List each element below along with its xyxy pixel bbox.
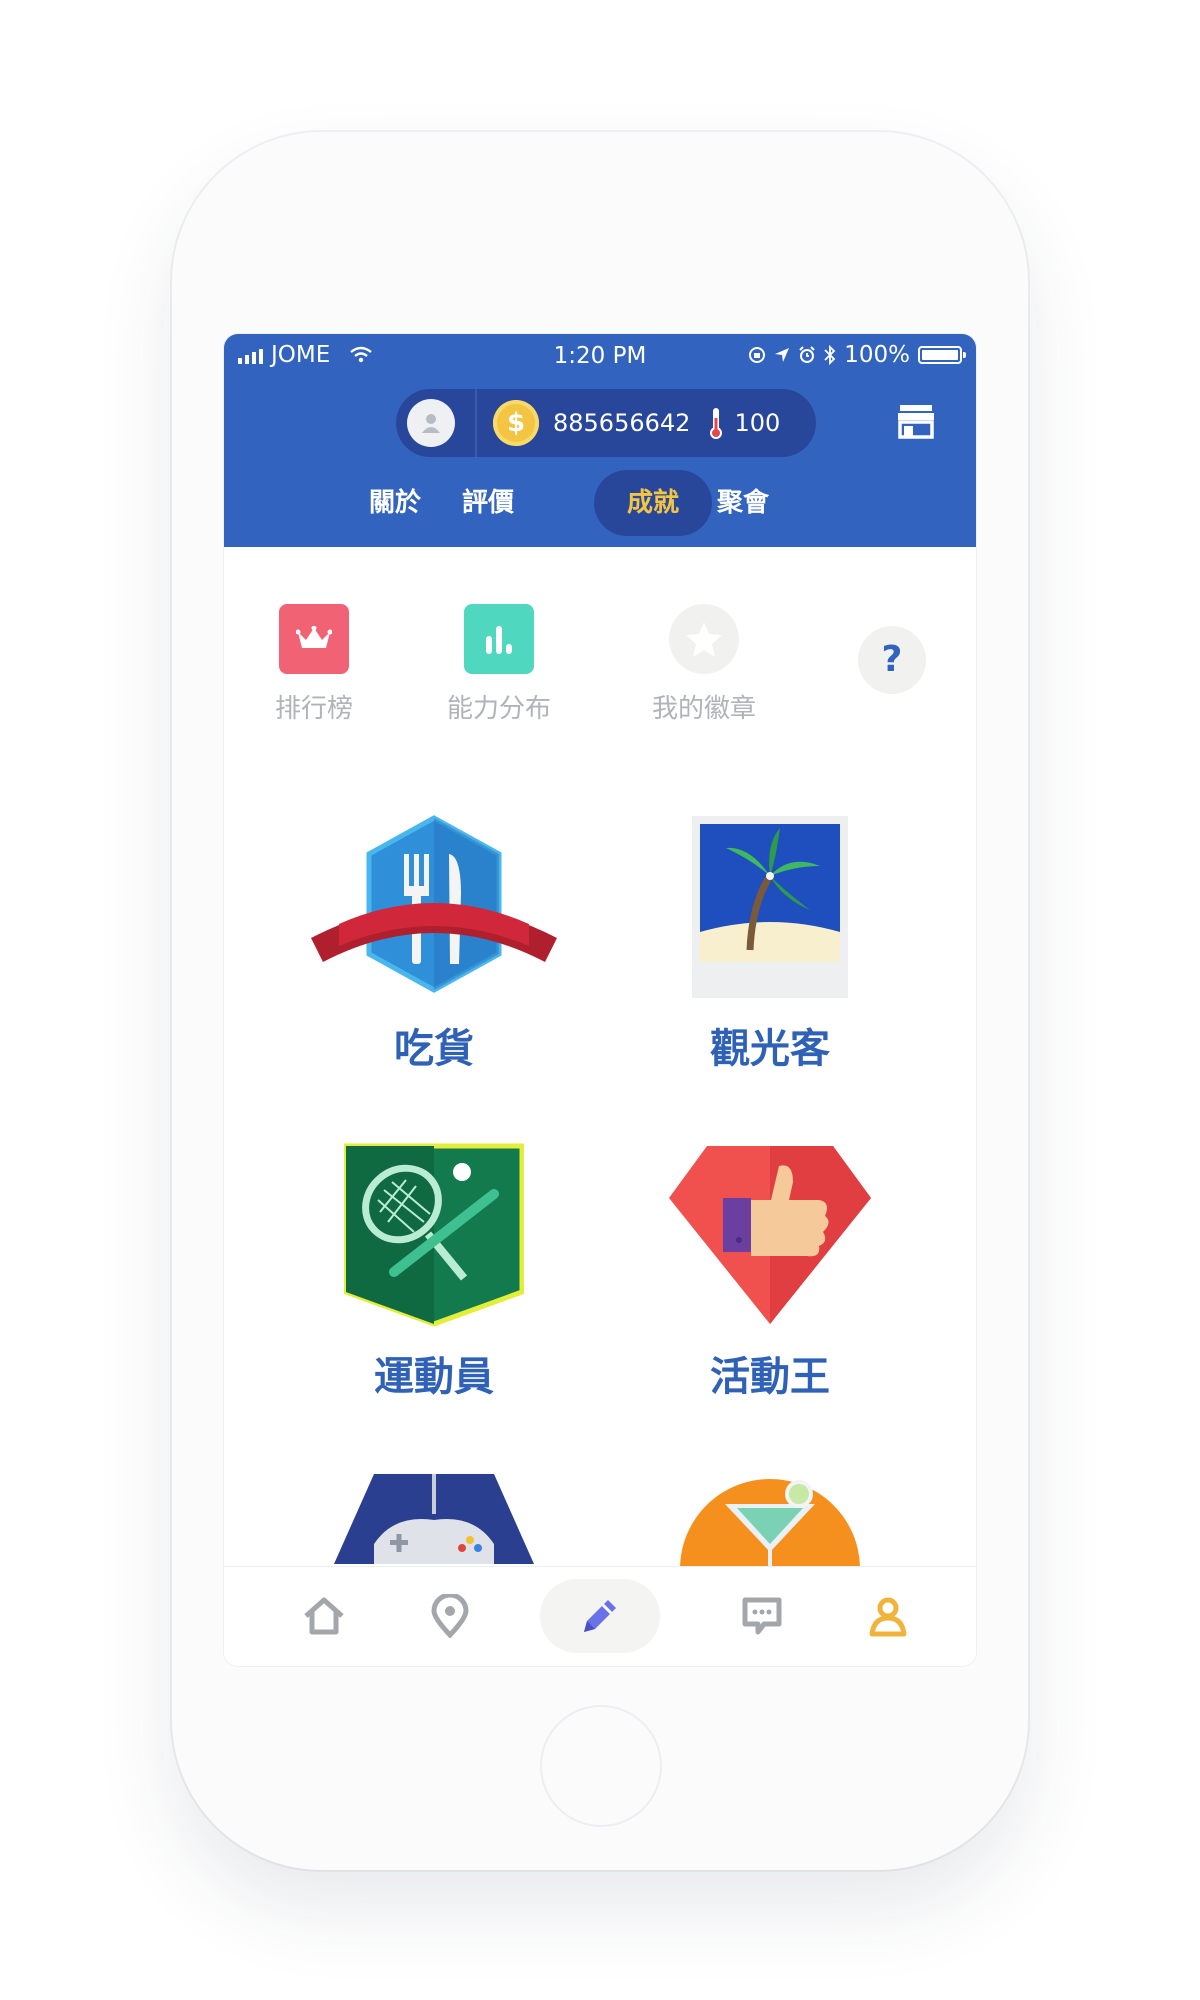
battery-icon (918, 346, 966, 364)
coin-icon: $ (493, 400, 539, 446)
pill-divider (475, 389, 477, 457)
nav-messages[interactable] (732, 1579, 792, 1653)
avatar[interactable] (407, 399, 455, 447)
location-arrow-icon (775, 348, 790, 362)
tab-about[interactable]: 關於 (356, 470, 434, 536)
tennis-baseball-badge-icon (344, 1143, 524, 1327)
location-pin-icon (431, 1594, 469, 1638)
badge-athlete[interactable]: 運動員 (284, 1142, 584, 1402)
status-bar: JOME 1:20 PM 100% (224, 334, 976, 378)
badge-foodie-label: 吃貨 (394, 1026, 474, 1072)
home-button[interactable] (540, 1705, 662, 1827)
thermometer-icon (710, 408, 723, 439)
badge-event-king-label: 活動王 (710, 1354, 830, 1400)
person-icon (422, 414, 440, 433)
my-badges-button[interactable]: 我的徽章 (634, 604, 774, 725)
nav-home[interactable] (294, 1579, 354, 1653)
badge-tourist-label: 觀光客 (710, 1026, 830, 1072)
palm-tree-badge-icon (692, 816, 848, 998)
alarm-icon (799, 346, 815, 363)
ability-distribution-button[interactable]: 能力分布 (434, 604, 564, 725)
badge-tourist[interactable]: 觀光客 (620, 814, 920, 1074)
badge-party[interactable] (620, 1474, 920, 1659)
tab-bar: 關於 評價 成就 聚會 (224, 470, 976, 536)
star-icon (669, 604, 739, 674)
tab-gatherings[interactable]: 聚會 (704, 470, 782, 536)
tab-reviews[interactable]: 評價 (449, 470, 527, 536)
fork-knife-badge-icon (311, 815, 557, 993)
badge-event-king[interactable]: 活動王 (620, 1142, 920, 1402)
rotation-lock-icon (749, 347, 766, 363)
header: JOME 1:20 PM 100% $ 885656642 100 關於 評價 … (224, 334, 976, 547)
user-summary-pill[interactable]: $ 885656642 100 (396, 389, 816, 457)
bluetooth-icon (824, 345, 836, 365)
help-button[interactable]: ? (858, 626, 926, 694)
leaderboard-button[interactable]: 排行榜 (254, 604, 374, 725)
nav-post[interactable] (540, 1579, 660, 1653)
leaderboard-label: 排行榜 (274, 694, 353, 724)
cocktail-badge-icon (680, 1479, 860, 1659)
thumbs-up-badge-icon (669, 1146, 871, 1324)
pencil-icon (584, 1600, 616, 1632)
bottom-nav (224, 1566, 976, 1666)
coin-balance: 885656642 (553, 409, 691, 437)
badge-gamer[interactable] (284, 1474, 584, 1564)
gamepad-badge-icon (334, 1474, 534, 1564)
tab-achievements[interactable]: 成就 (594, 470, 712, 536)
chat-icon (742, 1597, 782, 1635)
nav-profile[interactable] (858, 1579, 918, 1653)
ability-distribution-label: 能力分布 (446, 694, 551, 724)
bar-chart-icon (464, 604, 534, 674)
nav-map[interactable] (420, 1579, 480, 1653)
home-icon (304, 1597, 344, 1635)
battery-percent: 100% (844, 342, 910, 368)
my-badges-label: 我的徽章 (651, 694, 756, 724)
store-icon[interactable] (896, 401, 936, 441)
badge-athlete-label: 運動員 (374, 1354, 494, 1400)
crown-icon (279, 604, 349, 674)
app-screen: JOME 1:20 PM 100% $ 885656642 100 關於 評價 … (224, 334, 976, 1666)
badge-foodie[interactable]: 吃貨 (284, 814, 584, 1074)
profile-icon (869, 1597, 907, 1637)
temperature-value: 100 (734, 409, 781, 437)
